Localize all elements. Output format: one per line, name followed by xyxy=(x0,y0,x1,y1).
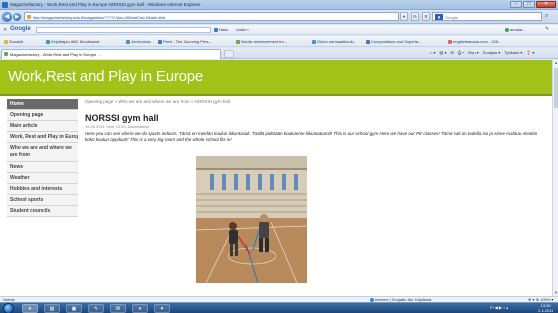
url-dropdown-button[interactable]: ▾ xyxy=(400,12,408,21)
refresh-button[interactable]: ⟳ xyxy=(411,12,419,21)
tab-label: Magazinefactory - Work,Rest and Play in … xyxy=(10,52,101,57)
tab-favicon xyxy=(4,52,8,56)
search-icon[interactable]: ⌕ xyxy=(545,13,548,20)
tab-bar: Magazinefactory - Work,Rest and Play in … xyxy=(0,48,558,59)
safety-menu[interactable]: Suojaus ▾ xyxy=(483,50,501,55)
page-title: NORSSI gym hall xyxy=(85,113,159,123)
sidebar-item-home[interactable]: Home xyxy=(7,99,78,110)
taskbar-app2-button[interactable]: ✦ xyxy=(154,304,170,313)
taskbar-ie-button[interactable]: e xyxy=(22,304,38,313)
header-divider xyxy=(0,94,552,96)
page-icon xyxy=(312,39,316,44)
window-title: Magazinefactory - Work,Rest and Play in … xyxy=(10,2,201,7)
account-status-icon xyxy=(505,27,509,32)
tab-active[interactable]: Magazinefactory - Work,Rest and Play in … xyxy=(1,49,221,59)
favorites-button[interactable]: Suosikit xyxy=(4,39,23,44)
breadcrumb[interactable]: Opening page » Who we are and where we a… xyxy=(85,99,545,104)
forward-button[interactable]: ▶ xyxy=(13,13,21,21)
taskbar-word-button[interactable]: W xyxy=(110,304,126,313)
google-search-provider-icon: g xyxy=(435,14,443,20)
article-content: Opening page » Who we are and where we a… xyxy=(85,99,545,283)
minimize-button[interactable]: – xyxy=(510,1,522,8)
sidebar-item-who-we-are[interactable]: Who we are and where we are from xyxy=(7,143,78,162)
taskbar-app-button[interactable]: ▣ xyxy=(66,304,82,313)
stop-button[interactable]: ✕ xyxy=(422,12,430,21)
favorite-link[interactable]: Oulun normaalikoulu xyxy=(312,39,354,44)
vertical-scrollbar[interactable]: ▲ ▼ xyxy=(552,60,558,296)
sidebar-item-opening-page[interactable]: Opening page xyxy=(7,110,78,121)
site-favicon xyxy=(27,15,31,19)
taskbar-ie2-button[interactable]: e xyxy=(132,304,148,313)
lisaa-button[interactable]: Lisää » xyxy=(236,27,249,32)
command-bar: ⌂ ▾ ▤ ▾ ✉ ⎙ ▾ Sivu ▾ Suojaus ▾ Työkalut … xyxy=(430,50,534,55)
home-button[interactable]: ⌂ ▾ xyxy=(430,50,436,55)
search-placeholder: Google xyxy=(445,15,458,20)
url-tools: ▾ ⟳ ✕ xyxy=(400,12,430,21)
window-controls: – □ ✕ xyxy=(510,1,556,8)
favorite-link[interactable]: Compositions and Superla... xyxy=(366,39,421,44)
system-tray[interactable]: FI ◀ ▶ ♪ ▴ xyxy=(490,305,508,310)
favorite-link[interactable]: englishbanana.com - 106... xyxy=(448,39,501,44)
mail-button[interactable]: ✉ xyxy=(450,50,453,55)
sidebar-item-school-sports[interactable]: School sports xyxy=(7,195,78,206)
page-menu[interactable]: Sivu ▾ xyxy=(468,50,479,55)
feeds-button[interactable]: ▤ ▾ xyxy=(440,50,447,55)
maximize-button[interactable]: □ xyxy=(523,1,535,8)
taskbar-paint-button[interactable]: ✎ xyxy=(88,304,104,313)
prezi-icon xyxy=(158,39,162,44)
page-icon xyxy=(448,39,452,44)
close-window-button[interactable]: ✕ xyxy=(536,1,556,8)
favorites-bar: Suosikit Kirjoittajan ABC Muotisanat Jon… xyxy=(0,36,558,47)
ie-app-icon xyxy=(2,2,8,8)
favorite-link[interactable]: Kirjoittajan ABC Muotisanat xyxy=(46,39,99,44)
url-text: http://magazinefactory.edu.fi/magazines/… xyxy=(33,15,166,20)
clock[interactable]: 13:35 2.4.2011 xyxy=(538,303,554,313)
sidebar-item-main-article[interactable]: Main article xyxy=(7,121,78,132)
gym-hall-photo xyxy=(196,156,307,283)
tools-menu[interactable]: Työkalut ▾ xyxy=(504,50,522,55)
windows-taskbar: e ▤ ▣ ✎ W e ✦ FI ◀ ▶ ♪ ▴ 13:35 2.4.2011 xyxy=(0,302,558,313)
page-icon xyxy=(46,39,50,44)
google-toolbar: ✕ Google Haku Lisää » annala... ✎ xyxy=(0,25,558,35)
sidebar-item-student-councils[interactable]: Student councils xyxy=(7,206,78,217)
help-menu[interactable]: ❓ ▾ xyxy=(526,50,534,55)
back-button[interactable]: ◀ xyxy=(2,12,12,22)
user-account-button[interactable]: annala... xyxy=(505,27,525,32)
window-title-bar: Magazinefactory - Work,Rest and Play in … xyxy=(0,0,558,10)
favorite-link[interactable]: Jonet-tavia xyxy=(126,39,151,44)
star-icon xyxy=(4,39,8,44)
search-input[interactable]: g Google xyxy=(432,12,542,21)
toolbar-close-icon[interactable]: ✕ xyxy=(3,27,7,33)
taskbar-explorer-button[interactable]: ▤ xyxy=(44,304,60,313)
start-button[interactable] xyxy=(3,303,14,313)
address-bar: ◀ ▶ http://magazinefactory.edu.fi/magazi… xyxy=(0,10,558,24)
article-body: Here you can see where we do sports indo… xyxy=(85,131,538,142)
wrench-icon[interactable]: ✎ xyxy=(545,26,549,32)
google-logo: Google xyxy=(10,26,31,32)
clock-date: 2.4.2011 xyxy=(538,307,554,313)
google-toolbar-search-input[interactable] xyxy=(36,27,211,33)
site-header: Work,Rest and Play in Europe xyxy=(0,60,552,94)
haku-button[interactable]: Haku xyxy=(214,27,228,32)
search-icon xyxy=(214,27,218,32)
sidebar-nav: Home Opening page Main article Work, Res… xyxy=(7,99,78,217)
page-icon xyxy=(126,39,130,44)
new-tab-button[interactable] xyxy=(224,50,234,58)
sidebar-item-news[interactable]: News xyxy=(7,162,78,173)
favorite-link[interactable]: Prezi - The Zooming Pres... xyxy=(158,39,212,44)
page-viewport: Work,Rest and Play in Europe Home Openin… xyxy=(0,60,552,296)
sidebar-item-weather[interactable]: Weather xyxy=(7,173,78,184)
url-input[interactable]: http://magazinefactory.edu.fi/magazines/… xyxy=(24,12,399,21)
favorite-link[interactable]: Nordic reinforcement fro... xyxy=(236,39,287,44)
scroll-up-icon[interactable]: ▲ xyxy=(553,60,558,66)
page-icon xyxy=(366,39,370,44)
page-icon xyxy=(236,39,240,44)
gym-photo-illustration xyxy=(196,156,307,283)
site-title: Work,Rest and Play in Europe xyxy=(8,68,204,85)
article-meta: 15.02.2011 Time 10:53, Aattonatsari xyxy=(85,124,149,129)
sidebar-item-work-rest-play[interactable]: Work, Rest and Play in Europe xyxy=(7,132,78,143)
scroll-thumb[interactable] xyxy=(554,68,558,108)
sidebar-item-hobbies[interactable]: Hobbies and interests xyxy=(7,184,78,195)
print-button[interactable]: ⎙ ▾ xyxy=(458,50,464,55)
